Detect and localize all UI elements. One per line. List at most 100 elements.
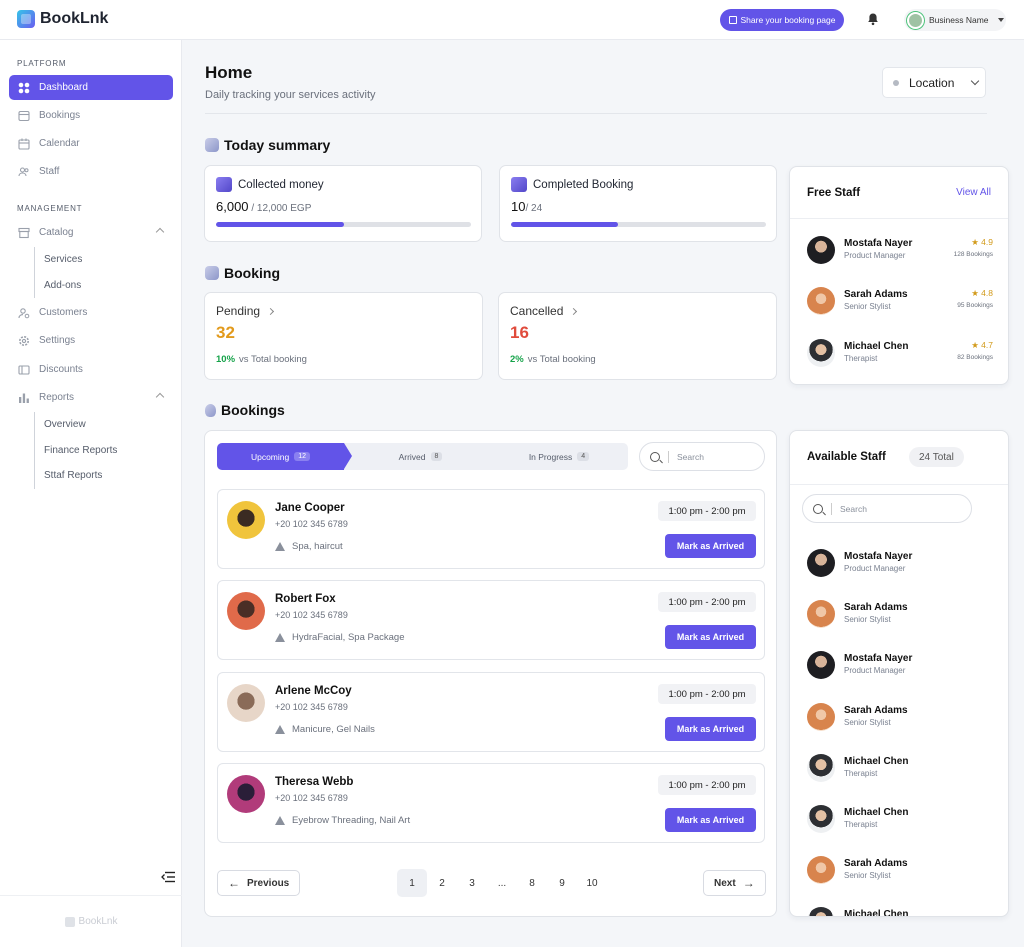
view-all-link[interactable]: View All [956,187,991,198]
collapse-sidebar-icon[interactable] [161,871,175,883]
sidebar-item-settings[interactable]: Settings [9,328,173,353]
tab-upcoming[interactable]: Upcoming 12 [217,443,352,470]
sidebar-item-discounts[interactable]: Discounts [9,357,173,382]
collected-total: / 12,000 EGP [248,203,312,214]
booking-row[interactable]: Jane Cooper +20 102 345 6789 Spa, haircu… [217,489,765,569]
mark-as-arrived-button[interactable]: Mark as Arrived [665,534,756,558]
services-text: Manicure, Gel Nails [292,724,375,735]
previous-page-button[interactable]: ← Previous [217,870,301,896]
pending-card[interactable]: Pending 32 10% vs Total booking [204,292,483,380]
avatar [807,339,835,367]
staff-role: Therapist [844,769,878,778]
page-number[interactable]: 2 [427,869,457,897]
reports-submenu: Overview Finance Reports Sttaf Reports [34,412,117,489]
free-staff-item[interactable]: Michael Chen Therapist ★ 4.7 82 Bookings [807,337,993,369]
logo[interactable]: BookLnk [17,10,108,28]
summary-icon [205,138,219,152]
cancelled-suffix: vs Total booking [527,354,596,365]
booking-row[interactable]: Robert Fox +20 102 345 6789 HydraFacial,… [217,580,765,660]
booking-services: Spa, haircut [275,541,343,552]
page-number[interactable]: 8 [517,869,547,897]
staff-role: Product Manager [844,251,906,260]
sidebar-item-bookings[interactable]: Bookings [9,103,173,128]
location-pin-icon [893,79,899,86]
booking-heading: Booking [205,265,280,281]
pending-suffix: vs Total booking [239,354,307,365]
sidebar-subitem-services[interactable]: Services [35,247,82,273]
sidebar-item-calendar[interactable]: Calendar [9,131,173,156]
users-icon [18,166,30,178]
search-icon [650,451,660,462]
business-menu[interactable]: Business Name [904,9,1006,31]
share-booking-page-button[interactable]: Share your booking page [720,9,844,31]
staff-bookings-count: 95 Bookings [957,302,993,309]
booking-title: Booking [224,265,280,281]
sidebar-subitem-staff-reports[interactable]: Sttaf Reports [35,463,117,489]
mark-as-arrived-button[interactable]: Mark as Arrived [665,717,756,741]
service-icon [275,542,285,551]
cancelled-card[interactable]: Cancelled 16 2% vs Total booking [498,292,777,380]
page-number[interactable]: 9 [547,869,577,897]
tab-label: Arrived [398,451,426,462]
free-staff-item[interactable]: Sarah Adams Senior Stylist ★ 4.8 95 Book… [807,285,993,317]
mark-as-arrived-button[interactable]: Mark as Arrived [665,808,756,832]
bookings-search-input[interactable]: Search [639,442,765,471]
available-staff-item[interactable]: Michael Chen [807,905,993,916]
footer-brand-name: BookLnk [78,916,118,927]
completed-booking-label-row: Completed Booking [511,177,633,192]
available-staff-item[interactable]: Sarah Adams Senior Stylist [807,598,993,630]
chevron-right-icon [570,307,578,315]
top-bar: BookLnk Share your booking page Business… [0,0,1024,40]
staff-name: Sarah Adams [844,289,908,300]
avatar [807,287,835,315]
page-number[interactable]: 10 [577,869,607,897]
free-staff-item[interactable]: Mostafa Nayer Product Manager ★ 4.9 128 … [807,234,993,266]
sidebar-item-catalog[interactable]: Catalog [9,220,173,245]
staff-bookings-count: 128 Bookings [953,251,993,258]
staff-search-input[interactable]: Search [802,494,972,523]
sidebar-subitem-overview[interactable]: Overview [35,412,117,438]
page-number[interactable]: 3 [457,869,487,897]
available-staff-title: Available Staff [807,451,886,463]
staff-role: Therapist [844,820,878,829]
sidebar-item-dashboard[interactable]: Dashboard [9,75,173,100]
booking-row[interactable]: Arlene McCoy +20 102 345 6789 Manicure, … [217,672,765,752]
available-staff-item[interactable]: Mostafa Nayer Product Manager [807,649,993,681]
logo-icon [64,916,75,927]
time-slot: 1:00 pm - 2:00 pm [658,501,756,521]
time-slot: 1:00 pm - 2:00 pm [658,775,756,795]
service-icon [275,725,285,734]
staff-role: Senior Stylist [844,871,891,880]
bell-icon[interactable] [866,12,880,26]
avatar [807,236,835,264]
mark-as-arrived-button[interactable]: Mark as Arrived [665,625,756,649]
sidebar-item-reports[interactable]: Reports [9,385,173,410]
tab-in-progress[interactable]: In Progress 4 [494,443,624,470]
sidebar-subitem-addons[interactable]: Add-ons [35,273,82,299]
booking-row[interactable]: Theresa Webb +20 102 345 6789 Eyebrow Th… [217,763,765,843]
available-staff-item[interactable]: Michael Chen Therapist [807,803,993,835]
bookings-card: Upcoming 12 Arrived 8 In Progress 4 Sear… [204,430,777,917]
location-dropdown[interactable]: Location [882,67,986,98]
avatar [227,684,265,722]
tab-label: In Progress [528,451,573,462]
avatar [807,651,835,679]
tab-arrived[interactable]: Arrived 8 [358,443,483,470]
pending-value: 32 [216,323,235,342]
sidebar-item-customers[interactable]: Customers [9,300,173,325]
arrow-right-icon: → [742,876,755,890]
completed-booking-value: 10/ 24 [511,199,542,214]
available-staff-item[interactable]: Sarah Adams Senior Stylist [807,854,993,886]
available-staff-item[interactable]: Sarah Adams Senior Stylist [807,701,993,733]
available-staff-item[interactable]: Michael Chen Therapist [807,752,993,784]
location-label: Location [909,75,955,90]
next-page-button[interactable]: Next → [703,870,766,896]
sidebar-item-staff[interactable]: Staff [9,159,173,184]
page-number-current[interactable]: 1 [397,869,427,897]
sidebar-item-label: Reports [39,392,75,403]
time-slot: 1:00 pm - 2:00 pm [658,592,756,612]
booking-services: Eyebrow Threading, Nail Art [275,815,410,826]
sidebar-subitem-finance-reports[interactable]: Finance Reports [35,438,117,464]
available-staff-item[interactable]: Mostafa Nayer Product Manager [807,547,993,579]
collected-progress-fill [216,222,344,227]
